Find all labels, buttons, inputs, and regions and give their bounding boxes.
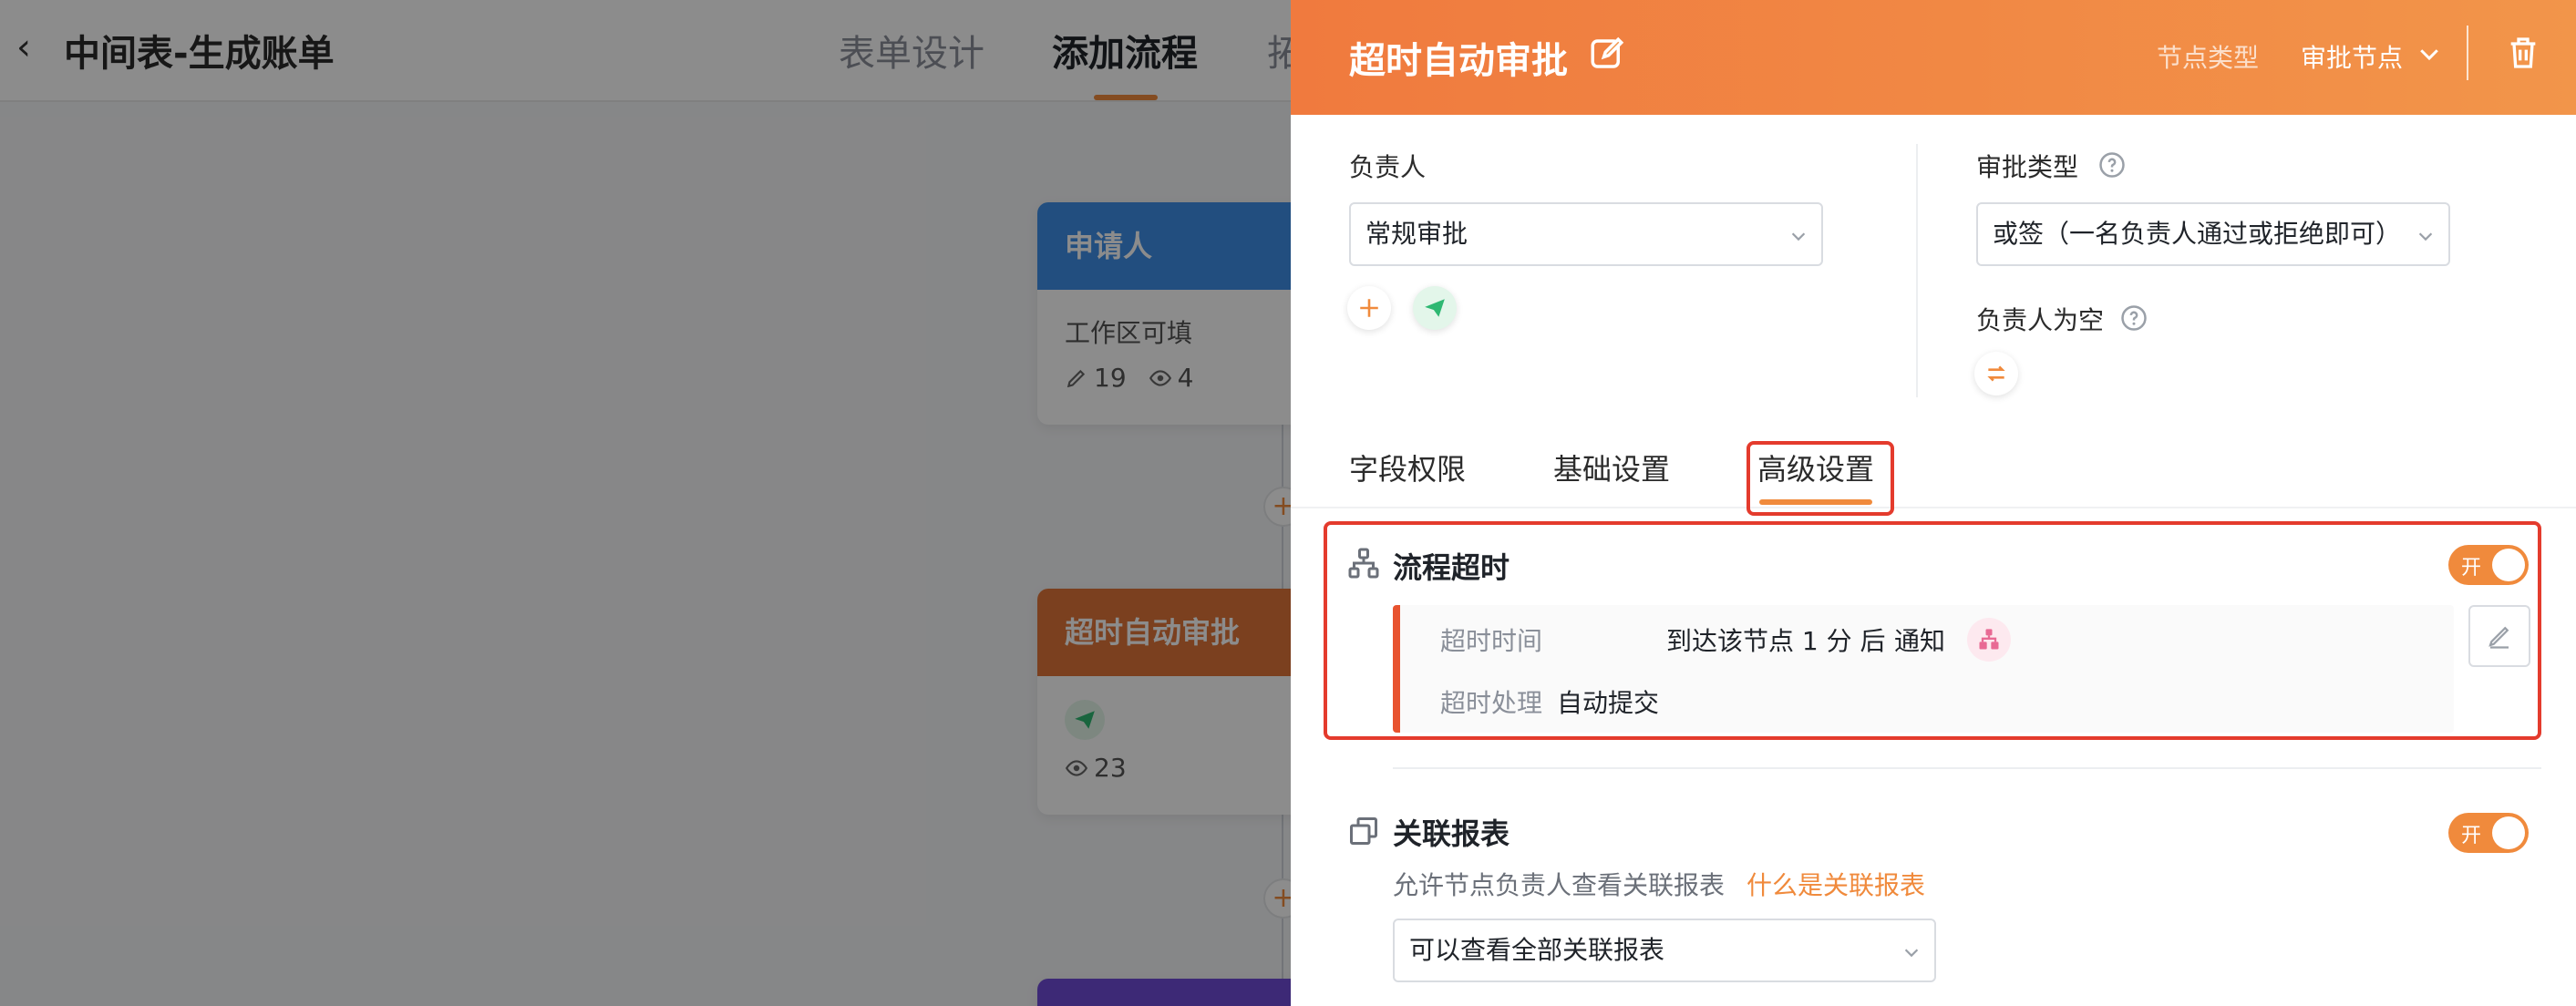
related-report-toggle[interactable]: 开 xyxy=(2448,813,2529,853)
related-report-select[interactable]: 可以查看全部关联报表 xyxy=(1393,919,1936,982)
owner-select[interactable]: 常规审批 xyxy=(1349,202,1823,266)
owner-empty-label: 负责人为空 xyxy=(1976,305,2105,335)
chevron-down-icon xyxy=(1791,232,1806,241)
related-report-select-value: 可以查看全部关联报表 xyxy=(1409,935,1665,965)
approval-type-value: 或签（一名负责人通过或拒绝即可） xyxy=(1993,219,2402,249)
copy-icon xyxy=(1350,817,1377,845)
help-icon[interactable] xyxy=(2120,304,2148,332)
add-owner-button[interactable] xyxy=(1347,286,1391,330)
toggle-knob xyxy=(2492,816,2525,849)
drawer-header: 超时自动审批 节点类型 审批节点 xyxy=(1291,0,2576,115)
owner-select-value: 常规审批 xyxy=(1365,219,1468,249)
highlight-box-tab xyxy=(1747,441,1894,516)
trash-icon[interactable] xyxy=(2505,33,2541,73)
owner-empty-switch-button[interactable] xyxy=(1974,352,2018,395)
help-icon[interactable] xyxy=(2098,151,2126,179)
section-divider xyxy=(1393,767,2541,769)
chevron-down-icon[interactable] xyxy=(2416,40,2443,67)
plus-icon xyxy=(1360,299,1378,317)
chevron-down-icon xyxy=(2418,232,2433,241)
related-report-description: 允许节点负责人查看关联报表 xyxy=(1393,870,1726,900)
tabs-divider xyxy=(1291,507,2576,508)
chevron-down-icon xyxy=(1904,949,1919,958)
related-report-help-link[interactable]: 什么是关联报表 xyxy=(1747,866,1925,902)
send-owner-button[interactable] xyxy=(1413,286,1457,330)
highlight-box-timeout xyxy=(1324,521,2541,740)
column-divider xyxy=(1916,144,1918,397)
node-type-label: 节点类型 xyxy=(2157,43,2260,73)
edit-title-icon[interactable] xyxy=(1588,35,1626,73)
approval-type-label: 审批类型 xyxy=(1976,152,2079,182)
owner-label: 负责人 xyxy=(1349,152,1427,182)
swap-icon xyxy=(1987,365,2005,382)
node-settings-drawer: 超时自动审批 节点类型 审批节点 负责人 常规审批 审批类型 或签（一名负责人通… xyxy=(1291,0,2576,1006)
send-icon xyxy=(1425,299,1445,317)
approval-type-select[interactable]: 或签（一名负责人通过或拒绝即可） xyxy=(1976,202,2450,266)
node-type-select[interactable]: 审批节点 xyxy=(2301,38,2403,75)
drawer-title: 超时自动审批 xyxy=(1349,40,1568,82)
toggle-label: 开 xyxy=(2461,825,2482,847)
header-divider xyxy=(2467,26,2468,80)
tab-field-permissions[interactable]: 字段权限 xyxy=(1349,447,1466,488)
related-report-title: 关联报表 xyxy=(1393,816,1510,851)
tab-basic-settings[interactable]: 基础设置 xyxy=(1553,447,1670,488)
